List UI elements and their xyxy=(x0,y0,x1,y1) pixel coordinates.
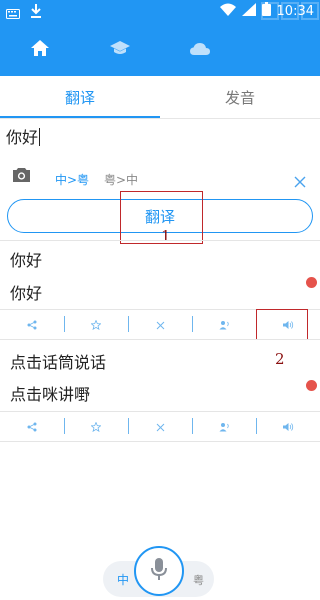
download-icon xyxy=(30,3,42,23)
language-row: 中>粤 粤>中 xyxy=(0,163,320,195)
lang-yue-to-zh[interactable]: 粤>中 xyxy=(104,171,138,188)
speaker-icon xyxy=(282,315,294,334)
clear-input-icon[interactable] xyxy=(294,173,306,192)
divider xyxy=(0,339,320,340)
wifi-icon xyxy=(219,3,236,20)
microphone-icon xyxy=(150,557,168,585)
signal-icon xyxy=(241,2,256,20)
input-value: 你好 xyxy=(6,128,39,147)
result-source-2: 点击话筒说话 xyxy=(10,353,107,372)
star-icon xyxy=(90,315,102,334)
unread-dot xyxy=(306,380,317,391)
top-navigation xyxy=(0,24,320,76)
speech-button[interactable] xyxy=(192,309,256,339)
play-audio-button[interactable] xyxy=(256,309,320,339)
result-actions-2 xyxy=(0,411,320,441)
lang-zh-to-yue[interactable]: 中>粤 xyxy=(55,171,89,188)
tab-translate-label: 翻译 xyxy=(64,88,95,107)
home-icon xyxy=(30,39,50,61)
cloud-icon xyxy=(189,41,211,60)
tab-pronunciation[interactable]: 发音 xyxy=(160,76,320,118)
play-audio-button[interactable] xyxy=(256,411,320,441)
tab-translate[interactable]: 翻译 xyxy=(0,76,160,118)
annotation-number-2: 2 xyxy=(275,350,285,368)
star-icon xyxy=(90,417,102,436)
microphone-button[interactable] xyxy=(134,546,184,596)
camera-icon[interactable] xyxy=(12,167,31,187)
speech-icon xyxy=(219,315,230,334)
result-target-2: 点击咪讲嘢 xyxy=(10,385,91,404)
tab-pronunciation-label: 发音 xyxy=(224,88,255,107)
share-button[interactable] xyxy=(0,411,64,441)
divider xyxy=(0,240,320,241)
nav-learn[interactable] xyxy=(80,24,160,76)
favorite-button[interactable] xyxy=(64,309,128,339)
status-bar: 10:34 xyxy=(0,0,320,24)
result-source-1: 你好 xyxy=(10,251,43,270)
graduation-cap-icon xyxy=(109,40,131,60)
share-icon xyxy=(27,315,37,334)
voice-lang-zh[interactable]: 中 xyxy=(117,571,129,588)
text-caret xyxy=(39,128,41,146)
nav-home[interactable] xyxy=(0,24,80,76)
favorite-button[interactable] xyxy=(64,411,128,441)
annotation-number-1: 1 xyxy=(161,227,171,245)
result-actions-1 xyxy=(0,309,320,339)
translate-button-label: 翻译 xyxy=(144,207,175,226)
delete-icon xyxy=(156,417,165,436)
mode-tabs: 翻译 发音 xyxy=(0,76,320,119)
delete-button[interactable] xyxy=(128,309,192,339)
text-input-area[interactable]: 你好 xyxy=(0,118,320,163)
translate-button[interactable]: 翻译 xyxy=(7,199,313,233)
result-target-1: 你好 xyxy=(10,284,43,303)
delete-icon xyxy=(156,315,165,334)
speech-icon xyxy=(219,417,230,436)
nav-cloud[interactable] xyxy=(160,24,240,76)
divider xyxy=(0,441,320,442)
unread-dot xyxy=(306,277,317,288)
keyboard-icon xyxy=(6,4,20,23)
text-input[interactable]: 你好 xyxy=(6,124,41,148)
delete-button[interactable] xyxy=(128,411,192,441)
voice-lang-yue[interactable]: 粤 xyxy=(193,572,204,588)
speaker-icon xyxy=(282,417,294,436)
share-button[interactable] xyxy=(0,309,64,339)
speech-button[interactable] xyxy=(192,411,256,441)
share-icon xyxy=(27,417,37,436)
